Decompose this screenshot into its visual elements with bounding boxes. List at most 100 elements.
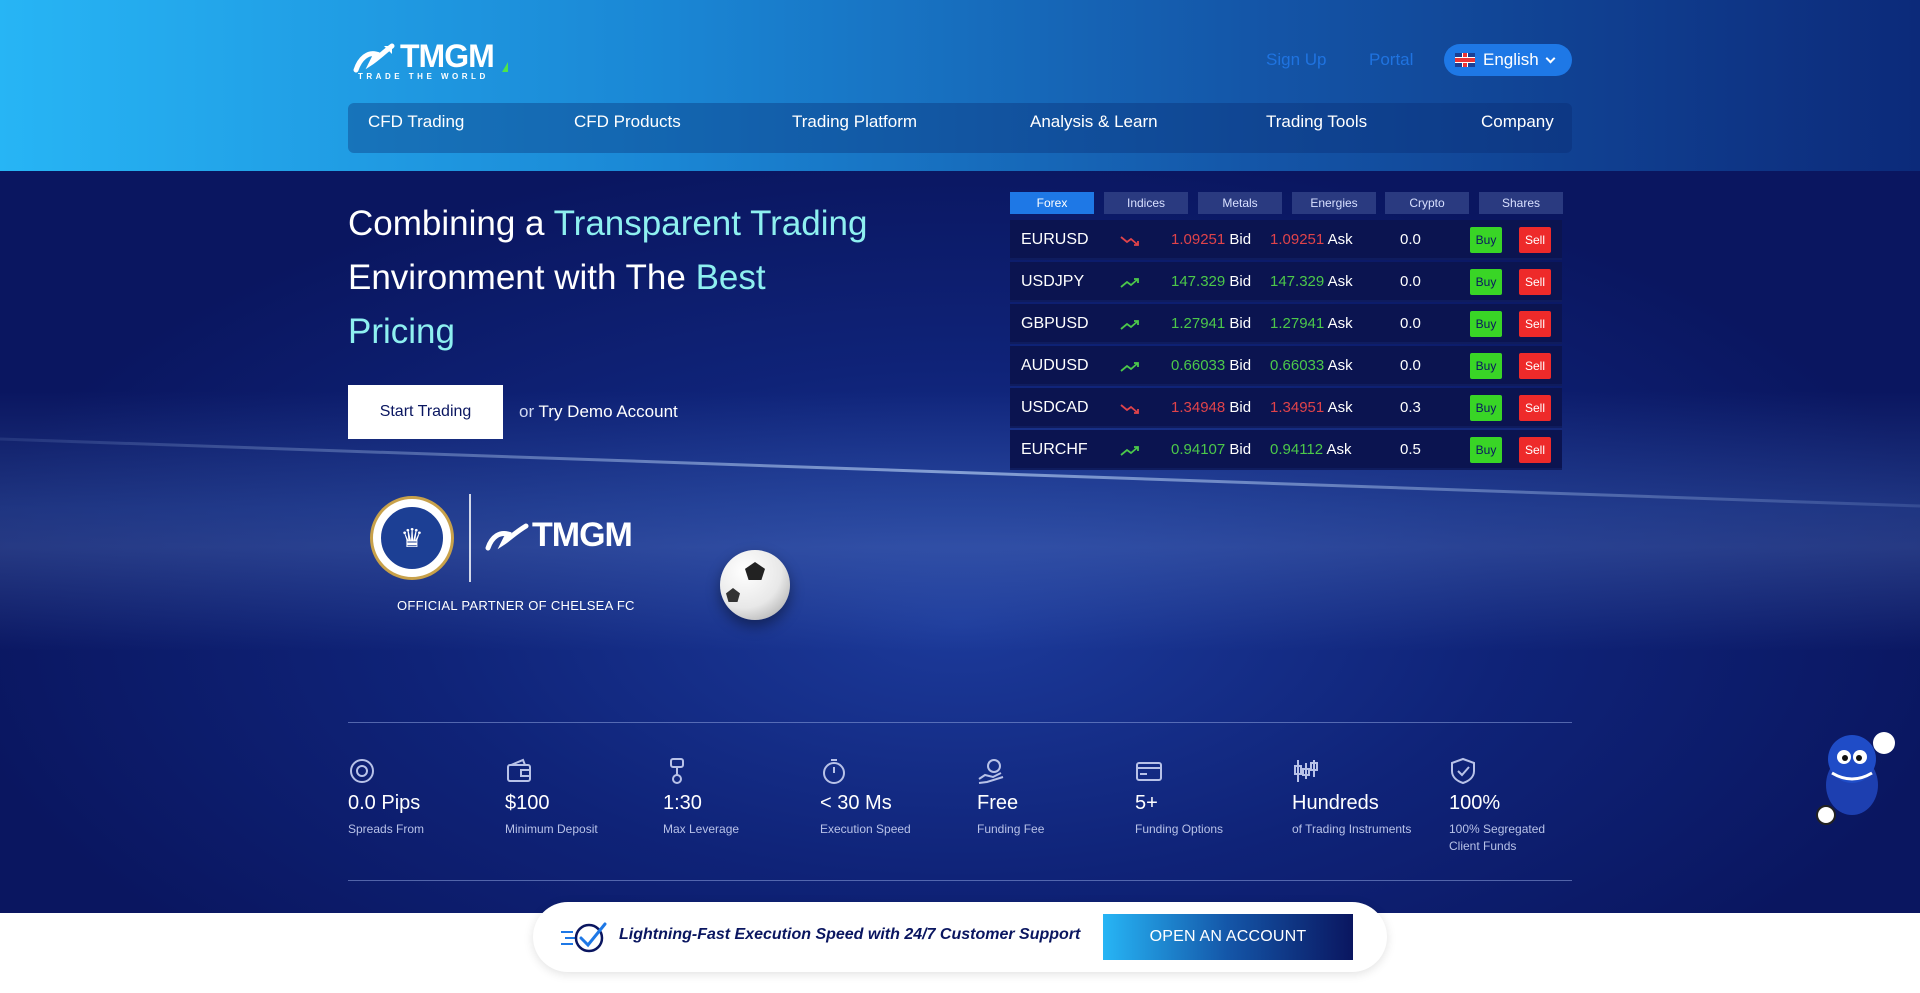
stat-value: 0.0 Pips bbox=[348, 792, 421, 814]
ask-price: 0.94112 Ask bbox=[1270, 441, 1352, 458]
buy-button[interactable]: Buy bbox=[1470, 227, 1502, 253]
buy-button[interactable]: Buy bbox=[1470, 269, 1502, 295]
shield-check-icon bbox=[1451, 757, 1475, 785]
stat-label: 100% Segregated Client Funds bbox=[1449, 822, 1546, 853]
quote-symbol: EURCHF bbox=[1021, 441, 1088, 458]
ask-price: 1.09251 Ask bbox=[1270, 231, 1353, 248]
bid-price: 147.329 Bid bbox=[1171, 273, 1252, 290]
ask-price: 0.66033 Ask bbox=[1270, 357, 1353, 374]
tab-metals[interactable]: Metals bbox=[1198, 192, 1282, 214]
stats-divider-top bbox=[348, 722, 1572, 723]
quote-row: USDCAD 1.34948 Bid 1.34951 Ask 0.3 Buy Sell bbox=[1010, 388, 1562, 428]
stat-value: 100% bbox=[1449, 792, 1501, 814]
ask-price: 147.329 Ask bbox=[1270, 273, 1353, 290]
try-demo-link[interactable]: Try Demo Account bbox=[539, 402, 678, 421]
nav-cfd-products[interactable]: CFD Products bbox=[574, 112, 681, 132]
stats-divider-bottom bbox=[348, 880, 1572, 881]
nav-analysis-learn[interactable]: Analysis & Learn bbox=[1030, 112, 1158, 132]
partner-caption: OFFICIAL PARTNER OF CHELSEA FC bbox=[397, 598, 635, 613]
tab-crypto[interactable]: Crypto bbox=[1385, 192, 1469, 214]
sell-button[interactable]: Sell bbox=[1519, 227, 1551, 253]
main-nav: CFD Trading CFD Products Trading Platfor… bbox=[348, 103, 1572, 153]
spread-value: 0.0 bbox=[1400, 315, 1421, 332]
start-trading-button[interactable]: Start Trading bbox=[348, 385, 503, 439]
demo-prefix: or bbox=[519, 402, 539, 421]
quote-symbol: AUDUSD bbox=[1021, 357, 1089, 374]
quote-row: EURCHF 0.94107 Bid 0.94112 Ask 0.5 Buy Sell bbox=[1010, 430, 1562, 470]
nav-company[interactable]: Company bbox=[1481, 112, 1554, 132]
trend-up-icon bbox=[1120, 360, 1140, 372]
stat-value: Hundreds bbox=[1292, 792, 1379, 814]
sell-button[interactable]: Sell bbox=[1519, 437, 1551, 463]
stat-value: < 30 Ms bbox=[820, 792, 892, 814]
trend-up-icon bbox=[1120, 276, 1140, 288]
stat-label: Funding Fee bbox=[977, 822, 1045, 836]
bid-price: 1.27941 Bid bbox=[1171, 315, 1252, 332]
target-icon bbox=[350, 759, 374, 783]
leverage-icon bbox=[670, 758, 684, 784]
quote-symbol: USDCAD bbox=[1021, 399, 1089, 416]
mascot-icon[interactable] bbox=[1812, 723, 1896, 827]
site-header: TMGM TRADE THE WORLD Sign Up Portal Engl… bbox=[0, 0, 1920, 171]
headline-part-2: Environment with The bbox=[348, 258, 696, 297]
sell-button[interactable]: Sell bbox=[1519, 269, 1551, 295]
quote-row: EURUSD 1.09251 Bid 1.09251 Ask 0.0 Buy Sell bbox=[1010, 220, 1562, 260]
sign-up-link[interactable]: Sign Up bbox=[1266, 50, 1326, 70]
chevron-down-icon bbox=[1545, 53, 1556, 63]
tab-energies[interactable]: Energies bbox=[1292, 192, 1376, 214]
spread-value: 0.0 bbox=[1400, 231, 1421, 248]
quote-symbol: GBPUSD bbox=[1021, 315, 1089, 332]
nav-trading-platform[interactable]: Trading Platform bbox=[792, 112, 917, 132]
stat-label: Execution Speed bbox=[820, 822, 911, 836]
stadium-background bbox=[0, 391, 1920, 651]
crest-lion-icon: ♛ bbox=[379, 505, 445, 571]
nav-trading-tools[interactable]: Trading Tools bbox=[1266, 112, 1367, 132]
football-icon bbox=[720, 550, 790, 620]
ask-price: 1.34951 Ask bbox=[1270, 399, 1353, 416]
cta-bar: Lightning-Fast Execution Speed with 24/7… bbox=[533, 902, 1387, 972]
quote-row: USDJPY 147.329 Bid 147.329 Ask 0.0 Buy Sell bbox=[1010, 262, 1562, 302]
quote-symbol: USDJPY bbox=[1021, 273, 1085, 290]
partner-logo-arrow-icon bbox=[485, 523, 529, 551]
fast-check-icon bbox=[561, 922, 607, 953]
stat-label: Funding Options bbox=[1135, 822, 1224, 836]
stat-label: Spreads From bbox=[348, 822, 425, 836]
portal-link[interactable]: Portal bbox=[1369, 50, 1413, 70]
trend-up-icon bbox=[1120, 318, 1140, 330]
bid-price: 0.94107 Bid bbox=[1171, 441, 1252, 458]
tab-shares[interactable]: Shares bbox=[1479, 192, 1563, 214]
quote-row: AUDUSD 0.66033 Bid 0.66033 Ask 0.0 Buy Sell bbox=[1010, 346, 1562, 386]
buy-button[interactable]: Buy bbox=[1470, 395, 1502, 421]
sell-button[interactable]: Sell bbox=[1519, 311, 1551, 337]
sell-button[interactable]: Sell bbox=[1519, 353, 1551, 379]
partner-logo-text: TMGM bbox=[532, 516, 633, 554]
open-account-button[interactable]: OPEN AN ACCOUNT bbox=[1103, 914, 1353, 960]
stat-label: of Trading Instruments bbox=[1292, 822, 1412, 836]
trend-down-icon bbox=[1120, 402, 1140, 414]
spread-value: 0.5 bbox=[1400, 441, 1421, 458]
uk-flag-icon bbox=[1455, 53, 1475, 67]
stat-value: 5+ bbox=[1135, 792, 1158, 814]
stat-label: Max Leverage bbox=[663, 822, 740, 836]
buy-button[interactable]: Buy bbox=[1470, 437, 1502, 463]
language-selector[interactable]: English bbox=[1444, 44, 1572, 76]
buy-button[interactable]: Buy bbox=[1470, 353, 1502, 379]
wallet-icon bbox=[507, 758, 531, 782]
tab-forex[interactable]: Forex bbox=[1010, 192, 1094, 214]
headline-accent-1: Transparent Trading bbox=[553, 204, 868, 243]
sell-button[interactable]: Sell bbox=[1519, 395, 1551, 421]
chelsea-crest-icon: ♛ bbox=[370, 496, 454, 580]
quote-symbol: EURUSD bbox=[1021, 231, 1089, 248]
buy-button[interactable]: Buy bbox=[1470, 311, 1502, 337]
stat-value: Free bbox=[977, 792, 1019, 814]
stat-value: 1:30 bbox=[663, 792, 702, 814]
tmgm-logo[interactable]: TMGM TRADE THE WORLD bbox=[352, 38, 512, 84]
trend-down-icon bbox=[1120, 234, 1140, 246]
logo-tagline: TRADE THE WORLD bbox=[358, 72, 489, 81]
tab-indices[interactable]: Indices bbox=[1104, 192, 1188, 214]
cta-text: Lightning-Fast Execution Speed with 24/7… bbox=[619, 926, 1081, 943]
spread-value: 0.0 bbox=[1400, 357, 1421, 374]
stat-value: $100 bbox=[505, 792, 550, 814]
bid-price: 1.09251 Bid bbox=[1171, 231, 1252, 248]
nav-cfd-trading[interactable]: CFD Trading bbox=[368, 112, 464, 132]
